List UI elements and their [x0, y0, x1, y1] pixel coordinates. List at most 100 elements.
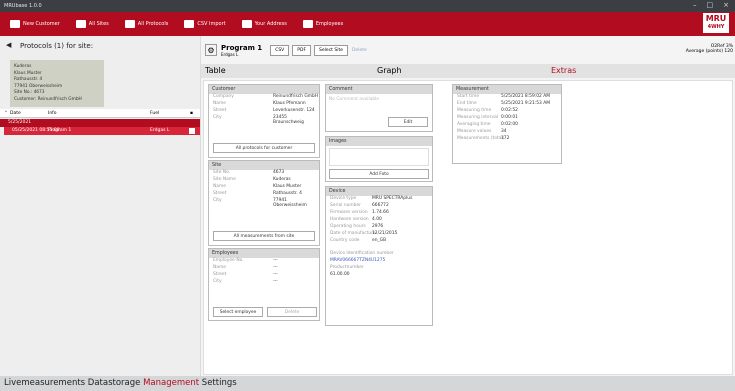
info-line: Customer: Reinundfrisch GmbH	[14, 96, 82, 102]
mfg-value: 12/21/2015	[372, 231, 398, 236]
nav-settings[interactable]: Settings	[202, 378, 237, 388]
new-customer-button[interactable]: New Customer	[10, 20, 60, 28]
delete-employee-button[interactable]: Delete	[267, 307, 317, 317]
group-icon	[302, 20, 313, 28]
interval-value: 0:00:01	[501, 115, 518, 120]
csv-import-button[interactable]: CSV Import	[184, 20, 226, 28]
empno-value: ---	[273, 258, 278, 263]
city-label: City	[213, 115, 222, 120]
comment-card: Comment No Comment available Edit	[325, 84, 433, 132]
program-fuel: Erdgas L	[221, 51, 239, 57]
add-foto-button[interactable]: Add Foto	[329, 169, 429, 179]
start-label: Start time	[457, 94, 480, 99]
protocol-detail: ⚙ Program 1 Erdgas L CSV PDF Select Site…	[201, 36, 735, 376]
all-protocols-button[interactable]: All Protocols	[124, 20, 169, 28]
main-toolbar: New Customer All Sites All Protocols CSV…	[0, 12, 735, 36]
sort-icon[interactable]: ⌃	[4, 111, 8, 116]
site-city-label: City	[213, 198, 222, 203]
import-icon	[184, 20, 195, 28]
all-protocols-customer-button[interactable]: All protocols for customer	[213, 143, 315, 153]
minimize-icon[interactable]: –	[693, 1, 697, 9]
gear-icon[interactable]: ⚙	[205, 44, 217, 56]
emp-name-label: Name	[213, 265, 226, 270]
row-fuel: Erdgas L	[150, 128, 170, 133]
house-icon	[75, 20, 86, 28]
pdf-button[interactable]: PDF	[292, 44, 312, 56]
csv-button[interactable]: CSV	[270, 44, 290, 56]
avgtime-label: Averaging time	[457, 122, 491, 127]
site-name-label: Name	[213, 184, 226, 189]
site-city-value: 77941 Oberweissheim	[273, 198, 307, 208]
all-sites-button[interactable]: All Sites	[75, 20, 109, 28]
back-arrow-icon[interactable]: ◀	[6, 41, 16, 51]
employees-button[interactable]: Employees	[302, 20, 344, 28]
images-area	[329, 148, 429, 166]
nav-datastorage[interactable]: Datastorage	[88, 378, 141, 388]
col-info[interactable]: Info	[48, 111, 57, 116]
nav-management[interactable]: Management	[143, 378, 199, 388]
logo-line1: MRU	[705, 14, 727, 23]
site-street-value: Rathausstr. 4	[273, 191, 302, 196]
date-group[interactable]: 5/25/2021	[0, 119, 200, 127]
mtime-label: Measuring time	[457, 108, 492, 113]
emp-city-value: ---	[273, 279, 278, 284]
app-title: MRUbase 1.0.0	[4, 3, 42, 9]
sitename-value: Kuderas	[273, 177, 291, 182]
site-title: Site	[209, 161, 319, 170]
maximize-icon[interactable]: □	[707, 1, 714, 9]
delete-button[interactable]: Delete	[352, 48, 367, 53]
fw-value: 1.74.66	[372, 210, 389, 215]
mru-logo: MRU 4WHY	[703, 13, 729, 33]
csv-import-label: CSV Import	[197, 21, 226, 27]
all-protocols-label: All Protocols	[137, 21, 169, 27]
emp-city-label: City	[213, 279, 222, 284]
col-date[interactable]: Date	[10, 111, 21, 116]
start-value: 5/25/2021 8:59:02 AM	[501, 94, 551, 99]
edit-comment-button[interactable]: Edit	[388, 117, 428, 127]
your-address-button[interactable]: Your Address	[241, 20, 287, 28]
vals-value: 34	[501, 129, 507, 134]
name-value: Klaus Pfemann	[273, 101, 306, 106]
tab-extras[interactable]: Extras	[551, 66, 576, 75]
close-icon[interactable]: ×	[723, 1, 729, 9]
sitename-label: Site Name	[213, 177, 236, 182]
all-measurements-site-button[interactable]: All measurements from site	[213, 231, 315, 241]
select-site-button[interactable]: Select Site	[314, 44, 348, 56]
tab-graph[interactable]: Graph	[377, 66, 402, 75]
employees-title: Employees	[209, 249, 319, 258]
tab-table[interactable]: Table	[205, 66, 226, 75]
company-label: Company	[213, 94, 234, 99]
table-row[interactable]: 05/25/2021 08:55:09 Program 1 Erdgas L	[4, 127, 200, 135]
measurement-card: Measurement Start time 5/25/2021 8:59:02 …	[452, 84, 562, 164]
images-title: Images	[326, 137, 432, 146]
select-employee-button[interactable]: Select employee	[213, 307, 263, 317]
ident-value: MRAV066667TZN4U1275	[330, 258, 386, 263]
hw-value: 4.00	[372, 217, 382, 222]
row-checkbox[interactable]	[189, 128, 195, 134]
list-header: ⌃ Date Info Fuel ▪	[0, 109, 200, 118]
col-fuel[interactable]: Fuel	[150, 111, 159, 116]
prod-label: Productnumber	[330, 265, 364, 270]
row-info: Program 1	[48, 128, 72, 133]
nav-livemeasurements[interactable]: Livemeasurements	[4, 378, 85, 388]
document-icon	[124, 20, 135, 28]
employees-label: Employees	[315, 21, 344, 27]
images-card: Images Add Foto	[325, 136, 433, 182]
serial-label: Serial number	[330, 203, 361, 208]
prod-value: 61.00.00	[330, 272, 350, 277]
site-card: Site Site No. 4673 Site Name Kuderas Name K…	[208, 160, 320, 246]
print-icon[interactable]: ▪	[190, 111, 193, 116]
device-card: Device Device type MRU SPECTRAplus Serial…	[325, 186, 433, 326]
end-label: End time	[457, 101, 477, 106]
person-icon	[10, 20, 20, 28]
protocols-title: Protocols (1) for site:	[20, 42, 94, 50]
total-value: 172	[501, 136, 510, 141]
bottom-nav: Livemeasurements Datastorage Management …	[0, 376, 735, 391]
device-title: Device	[326, 187, 432, 196]
fw-label: Firmware version	[330, 210, 368, 215]
ident-label: Device Identification number	[330, 251, 394, 256]
siteno-label: Site No.	[213, 170, 231, 175]
hours-value: 2976	[372, 224, 384, 229]
address-card-icon	[241, 20, 252, 28]
view-tabs: Table Graph Extras	[201, 64, 735, 78]
